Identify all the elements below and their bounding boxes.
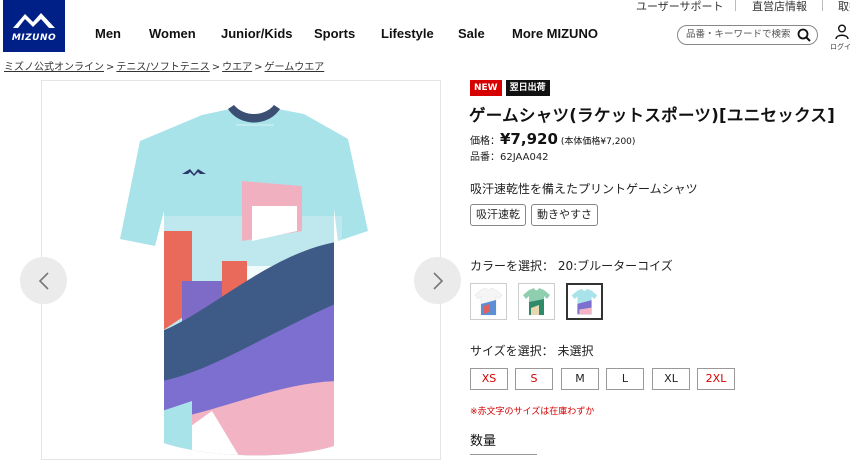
color-swatch-white[interactable] [470,283,507,320]
login-button[interactable]: ログイン [830,24,850,60]
breadcrumb-separator: > [211,62,221,73]
breadcrumb-item[interactable]: ウエア [222,62,252,73]
color-swatch-blue-turquoise[interactable] [566,283,603,320]
quantity-label: 数量 [470,434,497,449]
breadcrumb-item[interactable]: テニス/ソフトテニス [116,62,209,73]
store-info-link[interactable]: 直営店情報 [752,0,807,14]
dealers-link[interactable]: 取扱 [838,0,850,14]
size-xl-button[interactable]: XL [652,368,690,390]
nav-women[interactable]: Women [149,26,196,41]
utility-divider [822,0,823,11]
utility-divider [735,0,736,11]
size-stock-note: ※赤文字のサイズは在庫わずか [470,407,595,417]
product-image [120,105,368,456]
new-badge: NEW [470,80,502,96]
tax-note: (本体価格¥7,200) [560,137,636,147]
nav-sale[interactable]: Sale [458,26,485,41]
search-box [677,25,818,45]
gallery-next-button[interactable] [414,257,461,304]
nav-junior-kids[interactable]: Junior/Kids [221,26,293,41]
size-s-button[interactable]: S [515,368,553,390]
swatch-green-image [523,288,550,315]
price-label: 価格： [470,136,500,147]
user-icon [835,24,849,40]
user-support-link[interactable]: ユーザーサポート [636,0,724,14]
breadcrumb-item[interactable]: ミズノ公式オンライン [4,62,104,73]
price: 価格：¥7,920 (本体価格¥7,200) [470,129,635,148]
product-title: ゲームシャツ(ラケットスポーツ)[ユニセックス] [469,106,836,125]
nav-lifestyle[interactable]: Lifestyle [381,26,434,41]
size-label: サイズを選択： 未選択 [470,344,594,358]
breadcrumb-item[interactable]: ゲームウエア [265,62,325,73]
color-label: カラーを選択： 20:ブルーターコイズ [470,259,673,273]
feature-tag[interactable]: 動きやすさ [531,204,598,226]
size-l-button[interactable]: L [606,368,644,390]
product-gallery [41,80,441,460]
product-sku: 品番：62JAA042 [470,152,549,163]
feature-tags: 吸汗速乾 動きやすさ [470,204,598,226]
chevron-left-icon [38,271,49,290]
nav-more-mizuno[interactable]: More MIZUNO [512,26,598,41]
mizuno-logo[interactable]: MIZUNO [3,0,65,52]
size-2xl-button[interactable]: 2XL [697,368,735,390]
breadcrumb: ミズノ公式オンライン > テニス/ソフトテニス > ウエア > ゲームウエア [4,58,324,73]
next-day-shipping-badge: 翌日出荷 [505,80,550,96]
runbird-icon [13,12,55,28]
price-value: ¥7,920 [500,130,558,148]
size-m-button[interactable]: M [561,368,599,390]
login-label: ログイン [830,43,850,51]
product-description: 吸汗速乾性を備えたプリントゲームシャツ [470,182,698,196]
utility-bar: ユーザーサポート 直営店情報 取扱 [0,0,850,13]
chevron-right-icon [432,271,443,290]
quantity-stepper[interactable] [470,454,537,464]
search-input[interactable] [686,29,796,40]
feature-tag[interactable]: 吸汗速乾 [470,204,526,226]
size-xs-button[interactable]: XS [470,368,508,390]
breadcrumb-separator: > [106,62,115,73]
breadcrumb-separator: > [254,62,263,73]
swatch-blue-turquoise-image [571,288,598,315]
swatch-white-image [474,287,503,316]
search-icon[interactable] [797,28,811,42]
badge-group: NEW 翌日出荷 [470,80,550,96]
color-swatch-green[interactable] [518,283,555,320]
gallery-prev-button[interactable] [20,257,67,304]
nav-sports[interactable]: Sports [314,26,355,41]
logo-text: MIZUNO [11,32,57,43]
nav-men[interactable]: Men [95,26,121,41]
